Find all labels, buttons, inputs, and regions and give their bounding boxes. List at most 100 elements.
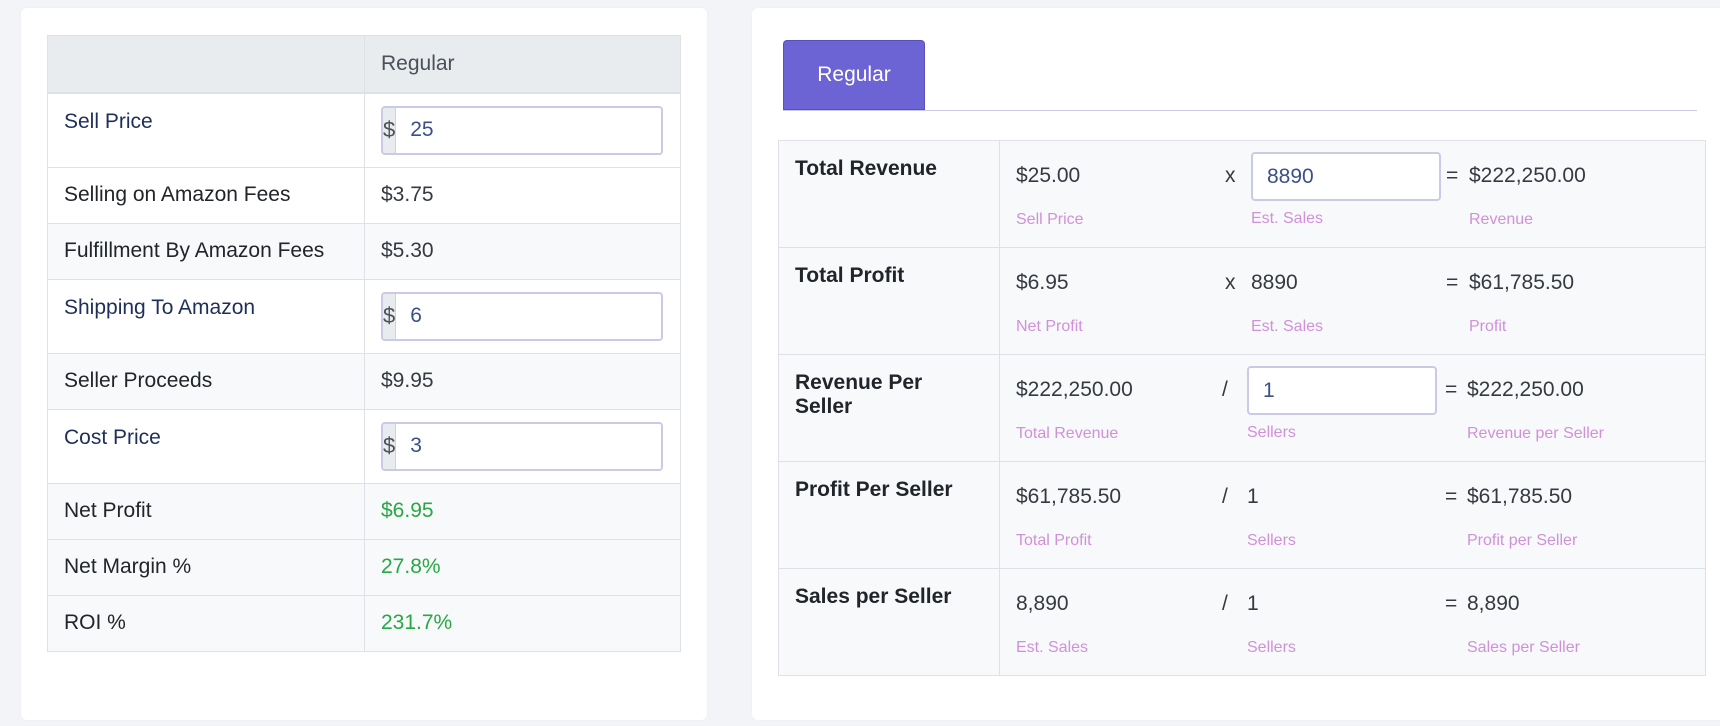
seller-proceeds-label: Seller Proceeds [47,352,365,410]
sales-per-seller-sublabel: Sales per Seller [1467,639,1580,656]
total-profit-net-profit: $6.95 [1016,271,1069,294]
sales-per-seller-label: Sales per Seller [778,568,1000,676]
table-row-fba-fees: Fulfillment By Amazon Fees $5.30 [47,222,681,280]
net-profit-value: $6.95 [364,482,681,540]
roi-label: ROI % [47,594,365,652]
revenue-sublabel: Revenue [1469,211,1534,228]
revenue-per-seller-result: $222,250.00 [1467,378,1584,401]
profit-per-seller-label: Profit Per Seller [778,461,1000,569]
revenue-per-seller-body: $222,250.00 Total Revenue / Sellers = $2… [999,354,1706,462]
header-blank-cell [47,35,365,94]
tab-bar: Regular [783,40,1697,111]
table-row-net-margin: Net Margin % 27.8% [47,538,681,596]
sell-price-input-group: $ [381,105,663,155]
table-row-sales-per-seller: Sales per Seller 8,890 Est. Sales / 1 Se… [778,568,1706,676]
total-revenue-sell-price: $25.00 [1016,164,1081,187]
table-row-total-revenue: Total Revenue $25.00 Sell Price x Est. S… [778,140,1706,248]
tab-regular[interactable]: Regular [783,40,925,110]
equals-operator: = [1445,378,1458,401]
revenue-per-seller-label: Revenue Per Seller [778,354,1000,462]
sales-per-seller-sellers: 1 [1247,592,1259,615]
shipping-label: Shipping To Amazon [47,278,365,354]
sales-per-seller-result: 8,890 [1467,592,1520,615]
total-revenue-label: Total Revenue [778,140,1000,248]
multiply-operator: x [1225,164,1236,187]
net-profit-sublabel: Net Profit [1016,318,1083,335]
dollar-prefix: $ [383,423,397,469]
fba-fees-label: Fulfillment By Amazon Fees [47,222,365,280]
table-row-profit-per-seller: Profit Per Seller $61,785.50 Total Profi… [778,461,1706,569]
table-row-selling-fees: Selling on Amazon Fees $3.75 [47,166,681,224]
seller-proceeds-value: $9.95 [364,352,681,410]
est-sales-sublabel: Est. Sales [1251,318,1324,335]
total-revenue-body: $25.00 Sell Price x Est. Sales = $222,25… [999,140,1706,248]
sellers-sublabel: Sellers [1247,532,1296,549]
selling-fees-label: Selling on Amazon Fees [47,166,365,224]
cost-price-input-group: $ [381,421,663,471]
sellers-input[interactable] [1247,366,1437,415]
sellers-sublabel: Sellers [1247,424,1296,441]
equals-operator: = [1445,592,1458,615]
table-row-shipping: Shipping To Amazon $ [47,278,681,354]
divide-operator: / [1222,378,1228,401]
sales-per-seller-body: 8,890 Est. Sales / 1 Sellers = 8,890 Sal… [999,568,1706,676]
est-sales-input[interactable] [1251,152,1441,201]
results-card: Regular Total Revenue $25.00 Sell Price … [752,8,1720,720]
total-profit-result: $61,785.50 [1469,271,1575,294]
sell-price-cell: $ [364,92,681,168]
table-row-seller-proceeds: Seller Proceeds $9.95 [47,352,681,410]
cost-price-input[interactable] [396,423,661,469]
table-row-net-profit: Net Profit $6.95 [47,482,681,540]
table-row-total-profit: Total Profit $6.95 Net Profit x 8890 Est… [778,247,1706,355]
results-table: Total Revenue $25.00 Sell Price x Est. S… [778,140,1706,676]
net-margin-label: Net Margin % [47,538,365,596]
profit-sublabel: Profit [1469,318,1507,335]
profit-per-seller-body: $61,785.50 Total Profit / 1 Sellers = $6… [999,461,1706,569]
shipping-input[interactable] [396,293,661,339]
table-row-revenue-per-seller: Revenue Per Seller $222,250.00 Total Rev… [778,354,1706,462]
profit-per-seller-result: $61,785.50 [1467,485,1573,508]
total-revenue-result: $222,250.00 [1469,164,1586,187]
multiply-operator: x [1225,271,1236,294]
cost-price-label: Cost Price [47,408,365,484]
divide-operator: / [1222,485,1228,508]
profit-per-seller-sellers: 1 [1247,485,1259,508]
shipping-input-group: $ [381,291,663,341]
dollar-prefix: $ [383,107,397,153]
revenue-per-seller-total: $222,250.00 [1016,378,1133,401]
dollar-prefix: $ [383,293,397,339]
net-margin-value: 27.8% [364,538,681,596]
revenue-per-seller-sublabel: Revenue per Seller [1467,425,1604,442]
profit-per-seller-total: $61,785.50 [1016,485,1122,508]
total-profit-est-sales: 8890 [1251,271,1298,294]
calculator-card: Regular Sell Price $ 25 Selling on Amazo… [21,8,707,720]
total-revenue-sublabel: Total Revenue [1016,425,1119,442]
table-row-roi: ROI % 231.7% [47,594,681,652]
table-row-sell-price: Sell Price $ [47,92,681,168]
est-sales-sublabel: Est. Sales [1016,639,1089,656]
selling-fees-value: $3.75 [364,166,681,224]
table-row-cost-price: Cost Price $ [47,408,681,484]
header-regular: Regular [364,35,681,94]
total-profit-label: Total Profit [778,247,1000,355]
sell-price-sublabel: Sell Price [1016,211,1084,228]
total-profit-body: $6.95 Net Profit x 8890 Est. Sales = $61… [999,247,1706,355]
net-profit-label: Net Profit [47,482,365,540]
roi-value: 231.7% [364,594,681,652]
equals-operator: = [1446,164,1459,187]
shipping-cell: $ [364,278,681,354]
sell-price-label: Sell Price [47,92,365,168]
sales-per-seller-est-sales: 8,890 [1016,592,1069,615]
sell-price-input[interactable] [396,107,661,153]
fba-fees-value: $5.30 [364,222,681,280]
profit-per-seller-sublabel: Profit per Seller [1467,532,1578,549]
divide-operator: / [1222,592,1228,615]
est-sales-sublabel: Est. Sales [1251,210,1324,227]
fee-breakdown-table: Regular Sell Price $ 25 Selling on Amazo… [47,35,681,652]
cost-price-cell: $ [364,408,681,484]
total-profit-sublabel: Total Profit [1016,532,1092,549]
table-header-row: Regular [47,35,681,94]
equals-operator: = [1445,485,1458,508]
equals-operator: = [1446,271,1459,294]
sellers-sublabel: Sellers [1247,639,1296,656]
